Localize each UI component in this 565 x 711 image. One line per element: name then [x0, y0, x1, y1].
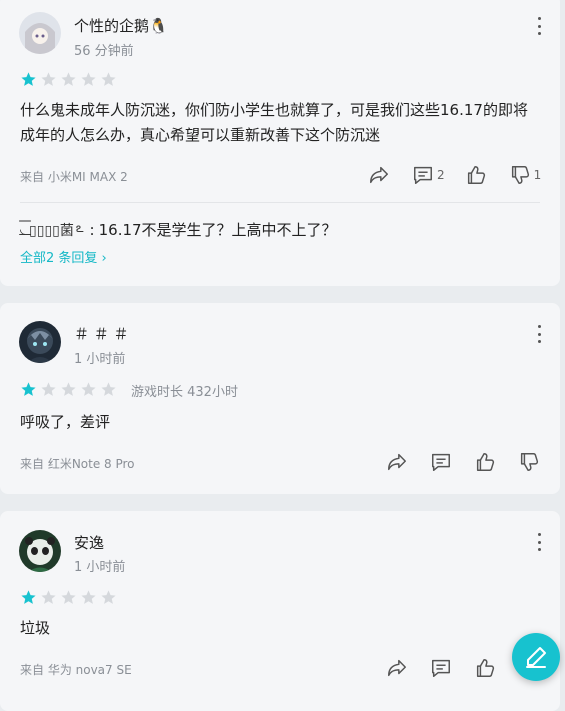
thumbs-up-icon [476, 453, 495, 471]
post-time: 1 小时前 [74, 352, 126, 367]
chevron-right-icon: › [97, 251, 107, 266]
star-icon [61, 72, 76, 86]
post-time: 56 分钟前 [74, 44, 134, 59]
dislike-button[interactable]: 1 [509, 164, 542, 186]
review-content: 呼吸了，差评 [20, 413, 111, 431]
comment-button[interactable] [430, 657, 452, 679]
star-icon [81, 382, 96, 396]
comment-count: 2 [437, 168, 445, 182]
star-icon [21, 72, 36, 86]
like-button[interactable] [474, 657, 496, 679]
username[interactable]: 安逸 [74, 532, 104, 553]
rating-stars [20, 71, 117, 88]
comment-icon [432, 659, 450, 677]
review-content: 什么鬼未成年人防沉迷，你们防小学生也就算了，可是我们这些16.17的即将成年的人… [20, 101, 528, 144]
device-info: 来自 小米MI MAX 2 [20, 170, 128, 184]
reply-name-decoration: ఽ [75, 220, 84, 236]
avatar[interactable] [19, 321, 61, 363]
review-card: 个性的企鹅🐧 56 分钟前 什么鬼未成年人防沉迷，你们防小学生也就算了，可是我们… [0, 0, 560, 286]
share-icon [370, 166, 388, 184]
comment-button[interactable]: 2 [412, 164, 445, 186]
username[interactable]: ＃ ＃ ＃ [74, 323, 129, 344]
device-info: 来自 红米Note 8 Pro [20, 457, 135, 471]
write-review-button[interactable] [512, 633, 560, 681]
all-replies-label: 全部2 条回复 [20, 251, 98, 266]
thumbs-down-icon [520, 453, 539, 471]
like-button[interactable] [465, 164, 487, 186]
more-vertical-icon[interactable] [534, 533, 544, 551]
comment-icon [414, 166, 432, 184]
reply-preview[interactable]: ◟͟͞͞ ▯▯▯▯菌 ఽ : 16.17不是学生了？上高中不上了？ [20, 219, 540, 240]
star-icon [101, 590, 116, 604]
share-button[interactable] [368, 164, 390, 186]
review-card: 安逸 1 小时前 垃圾 来自 华为 nova7 SE [0, 511, 560, 711]
avatar[interactable] [19, 12, 61, 54]
star-icon [21, 590, 36, 604]
comment-icon [432, 453, 450, 471]
reply-username[interactable]: ▯▯▯▯菌 [29, 220, 74, 240]
star-icon [41, 72, 56, 86]
username[interactable]: 个性的企鹅🐧 [74, 15, 168, 36]
dislike-count: 1 [533, 168, 542, 182]
thumbs-up-icon [476, 659, 495, 677]
device-info: 来自 华为 nova7 SE [20, 663, 132, 677]
comment-button[interactable] [430, 451, 452, 473]
dislike-button[interactable] [518, 451, 540, 473]
star-icon [21, 382, 36, 396]
star-icon [61, 590, 76, 604]
more-vertical-icon[interactable] [534, 17, 544, 35]
star-icon [41, 590, 56, 604]
avatar[interactable] [19, 530, 61, 572]
post-time: 1 小时前 [74, 560, 126, 575]
share-button[interactable] [386, 657, 408, 679]
star-icon [61, 382, 76, 396]
thumbs-up-icon [467, 166, 485, 184]
star-icon [101, 72, 116, 86]
star-icon [81, 72, 96, 86]
share-button[interactable] [386, 451, 408, 473]
share-icon [388, 659, 406, 677]
star-icon [81, 590, 96, 604]
star-icon [101, 382, 116, 396]
like-button[interactable] [474, 451, 496, 473]
edit-pen-icon [526, 647, 546, 668]
review-content: 垃圾 [20, 619, 51, 637]
reply-name-decoration: ◟͟͞͞ [20, 222, 26, 237]
rating-stars [20, 589, 117, 606]
rating-stars [20, 381, 117, 398]
more-vertical-icon[interactable] [534, 325, 544, 343]
divider [20, 202, 540, 203]
review-card: ＃ ＃ ＃ 1 小时前 游戏时长 432小时 呼吸了，差评 来自 红米Note … [0, 303, 560, 494]
thumbs-down-icon [511, 166, 529, 184]
reply-colon: : [89, 220, 95, 239]
share-icon [388, 453, 406, 471]
reply-text: 16.17不是学生了？上高中不上了？ [98, 221, 337, 239]
all-replies-link[interactable]: 全部2 条回复 › [20, 247, 107, 266]
star-icon [41, 382, 56, 396]
play-time: 游戏时长 432小时 [131, 385, 238, 400]
